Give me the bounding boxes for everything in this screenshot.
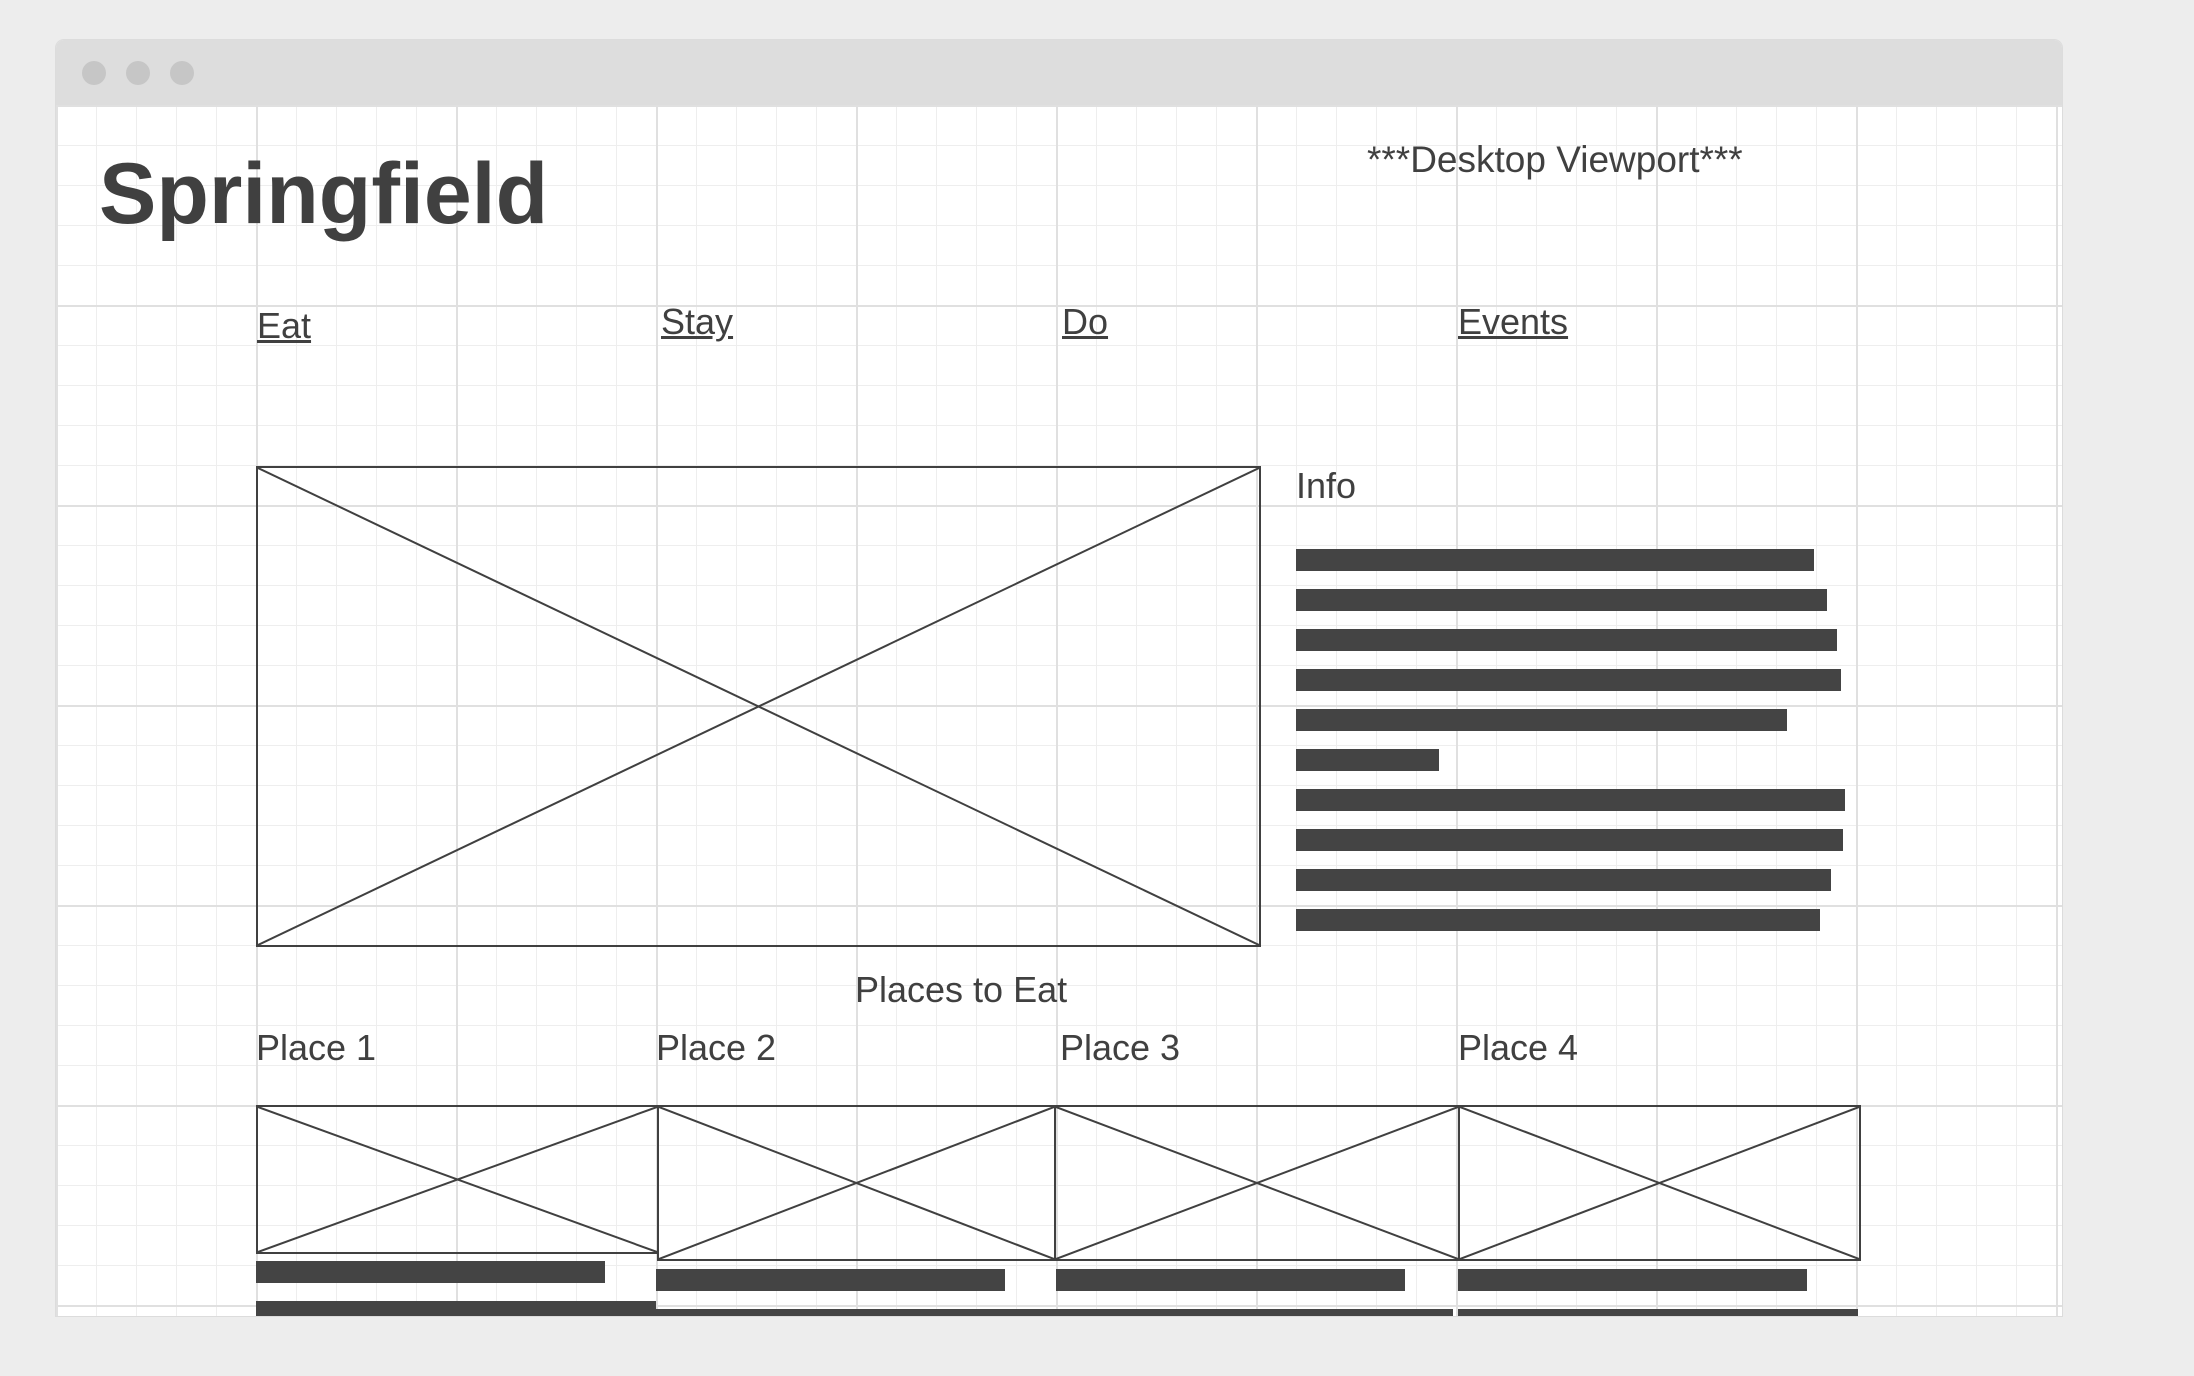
window-minimize-dot[interactable] (126, 61, 150, 85)
place-label: Place 4 (1458, 1027, 1579, 1068)
hero-image-placeholder (256, 466, 1261, 947)
place-image-placeholder[interactable] (1054, 1105, 1460, 1261)
place-label: Place 2 (656, 1027, 777, 1068)
nav-link-stay[interactable]: Stay (661, 301, 733, 343)
place-text-line (1458, 1269, 1807, 1291)
info-text-line (1296, 909, 1820, 931)
wireframe-canvas: Springfield ***Desktop Viewport*** Eat S… (56, 105, 2062, 1316)
nav-link-do[interactable]: Do (1062, 301, 1108, 343)
image-placeholder-cross-icon (659, 1107, 1054, 1259)
info-text-line (1296, 549, 1814, 571)
info-text-line (1296, 829, 1843, 851)
info-text-line (1296, 629, 1837, 651)
info-heading: Info (1296, 465, 1357, 506)
info-text-line (1296, 589, 1827, 611)
nav-link-eat[interactable]: Eat (257, 305, 311, 347)
places-heading: Places to Eat (855, 969, 1068, 1010)
place-label: Place 1 (256, 1027, 377, 1068)
info-text-line (1296, 869, 1831, 891)
image-placeholder-cross-icon (1056, 1107, 1458, 1259)
info-text-line (1296, 669, 1841, 691)
place-text-line (256, 1301, 656, 1316)
place-text-line (1056, 1269, 1405, 1291)
place-text-line (1458, 1309, 1858, 1316)
info-text-line (1296, 789, 1845, 811)
place-image-placeholder[interactable] (256, 1105, 659, 1254)
window-maximize-dot[interactable] (170, 61, 194, 85)
place-label: Place 3 (1060, 1027, 1181, 1068)
window-close-dot[interactable] (82, 61, 106, 85)
nav-link-events[interactable]: Events (1458, 301, 1568, 343)
image-placeholder-cross-icon (258, 1107, 657, 1252)
image-placeholder-cross-icon (258, 468, 1259, 945)
info-text-line (1296, 749, 1439, 771)
browser-window: Springfield ***Desktop Viewport*** Eat S… (56, 40, 2062, 1316)
site-title: Springfield (99, 146, 549, 242)
info-text-line (1296, 709, 1787, 731)
place-text-line (256, 1261, 605, 1283)
window-titlebar (56, 40, 2062, 105)
place-text-line (656, 1309, 1453, 1316)
place-text-line (656, 1269, 1005, 1291)
place-image-placeholder[interactable] (1458, 1105, 1861, 1261)
image-placeholder-cross-icon (1460, 1107, 1859, 1259)
viewport-note: ***Desktop Viewport*** (1367, 139, 1743, 180)
place-image-placeholder[interactable] (657, 1105, 1056, 1261)
